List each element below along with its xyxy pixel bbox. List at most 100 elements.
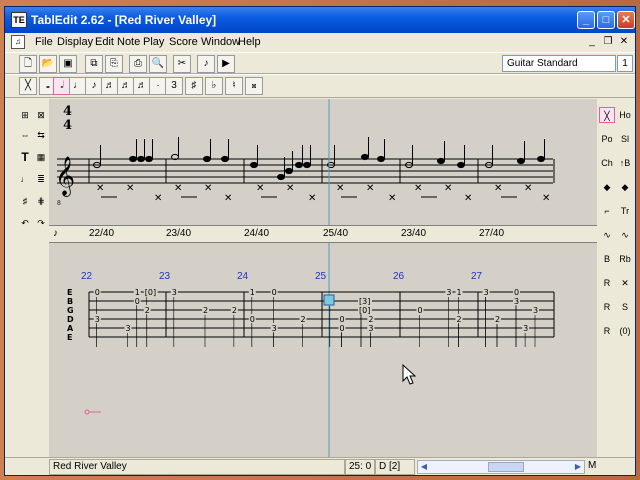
fingering-icon[interactable]: ♩: [17, 171, 33, 187]
bend-icon[interactable]: ↑B: [617, 155, 633, 171]
tab-number: 3: [272, 324, 277, 333]
measure-ruler[interactable]: ♪ 22/40 23/40 24/40 25/40 23/40 27/40: [49, 225, 597, 243]
undo-icon[interactable]: ↶: [17, 215, 33, 231]
tab-number: 3: [523, 324, 528, 333]
print-preview-icon[interactable]: 🔍: [149, 55, 167, 73]
status-position: 25: 0: [345, 459, 375, 475]
stretch-icon[interactable]: ⇔: [17, 127, 33, 143]
mdi-restore-button[interactable]: ❐: [601, 35, 615, 49]
bass-x-note: ✕: [154, 193, 162, 204]
grid-icon[interactable]: ⋕: [33, 193, 49, 209]
delete-measure-icon[interactable]: ⊠: [33, 107, 49, 123]
mdi-minimize-button[interactable]: _: [585, 35, 599, 49]
flat-icon[interactable]: ♭: [205, 77, 223, 95]
compress-icon[interactable]: ⇆: [33, 127, 49, 143]
time-signature-top: 4: [63, 104, 72, 119]
pull-off-icon[interactable]: Po: [599, 131, 615, 147]
bend-release-icon[interactable]: B: [599, 251, 615, 267]
sharp-icon[interactable]: ♯: [185, 77, 203, 95]
tab-number: 1: [135, 288, 140, 297]
chord-diagram-icon[interactable]: ▦: [33, 149, 49, 165]
menu-edit[interactable]: Edit: [95, 36, 114, 48]
choke-icon[interactable]: Ch: [599, 155, 615, 171]
bass-x-note: ✕: [444, 183, 452, 194]
copy-module-icon[interactable]: ⧉: [85, 55, 103, 73]
lyrics-icon[interactable]: ≣: [33, 171, 49, 187]
x-note-icon[interactable]: ✕: [617, 275, 633, 291]
status-duration: D [2]: [375, 459, 415, 475]
ghost-note-icon[interactable]: (0): [617, 323, 633, 339]
mouse-pointer-icon: [402, 364, 416, 385]
menu-play[interactable]: Play: [143, 36, 164, 48]
app-icon[interactable]: TE: [11, 12, 27, 28]
arpeggio-icon[interactable]: ♯: [17, 193, 33, 209]
play-icon[interactable]: ♪: [197, 55, 215, 73]
selected-cell[interactable]: [323, 294, 335, 306]
rasgueado-icon[interactable]: R: [599, 299, 615, 315]
tab-notes: 010[0]332322100323[3][0]0023031200033323: [93, 287, 539, 347]
arpeggio-right-icon[interactable]: R: [599, 323, 615, 339]
paste-module-icon[interactable]: ⎘: [105, 55, 123, 73]
scroll-left-icon[interactable]: ◀: [418, 461, 430, 473]
close-button[interactable]: ✕: [617, 11, 635, 29]
tab-number: 0: [340, 315, 345, 324]
natural-harmonic-icon[interactable]: ◆: [599, 179, 615, 195]
play-from-start-icon[interactable]: ▶: [217, 55, 235, 73]
staff-note: [437, 157, 445, 165]
insert-measure-icon[interactable]: ⊞: [17, 107, 33, 123]
slide-icon[interactable]: Sl: [617, 131, 633, 147]
bass-x-note: ✕: [96, 183, 104, 194]
open-icon[interactable]: 📂: [39, 55, 57, 73]
staff-note: [277, 173, 285, 181]
rake-icon[interactable]: R: [599, 275, 615, 291]
string-name-label: E: [67, 288, 72, 297]
mdi-close-button[interactable]: ✕: [617, 35, 631, 49]
horizontal-scrollbar[interactable]: ◀ ▶: [417, 460, 585, 474]
menu-window[interactable]: Window: [201, 36, 240, 48]
right-palette: ╳ Ho Po Sl Ch ↑B ◆ ◆ ⌐ Tr ∿ ∿ B Rb R ✕ R S R (0): [597, 99, 635, 459]
print-icon[interactable]: ⎙: [129, 55, 147, 73]
triplet-icon[interactable]: 3: [165, 77, 183, 95]
bass-x-note: ✕: [366, 183, 374, 194]
trill-icon[interactable]: Tr: [617, 203, 633, 219]
tuning-display[interactable]: Guitar Standard: [502, 55, 616, 72]
menu-file[interactable]: File: [35, 36, 53, 48]
window-title: TablEdit 2.62 - [Red River Valley]: [31, 13, 217, 27]
save-icon[interactable]: ▣: [59, 55, 77, 73]
minimize-button[interactable]: _: [577, 11, 595, 29]
scroll-right-icon[interactable]: ▶: [572, 461, 584, 473]
tab-number: 3: [533, 306, 538, 315]
title-bar[interactable]: TE TablEdit 2.62 - [Red River Valley] _ …: [5, 7, 635, 33]
menu-score[interactable]: Score: [169, 36, 198, 48]
new-icon[interactable]: 🗋: [19, 55, 37, 73]
instrument-number[interactable]: 1: [617, 55, 633, 72]
release-bend-icon[interactable]: Rb: [617, 251, 633, 267]
staff-note: [377, 155, 385, 163]
document-icon[interactable]: ♫: [11, 35, 25, 49]
maximize-button[interactable]: □: [597, 11, 615, 29]
redo-icon[interactable]: ↷: [33, 215, 49, 231]
hammer-on-icon[interactable]: Ho: [617, 107, 633, 123]
measure-number: 22: [81, 271, 93, 282]
menu-help[interactable]: Help: [238, 36, 261, 48]
vibrato-icon[interactable]: ∿: [599, 227, 615, 243]
accent-icon[interactable]: ⌐: [599, 203, 615, 219]
selection-marker[interactable]: [84, 409, 101, 415]
scroll-thumb[interactable]: [488, 462, 524, 472]
double-sharp-icon[interactable]: 𝄪: [245, 77, 263, 95]
tab-number: 0: [95, 288, 100, 297]
cut-icon[interactable]: ✂: [173, 55, 191, 73]
natural-icon[interactable]: ♮: [225, 77, 243, 95]
staff-note: [203, 155, 211, 163]
staff-note: [129, 155, 137, 163]
text-icon[interactable]: T: [17, 149, 33, 165]
menu-display[interactable]: Display: [57, 36, 93, 48]
ruler-label: 23/40: [401, 228, 427, 239]
rest-icon[interactable]: ╳: [19, 77, 37, 95]
wide-vibrato-icon[interactable]: ∿: [617, 227, 633, 243]
staccato-icon[interactable]: S: [617, 299, 633, 315]
menu-note[interactable]: Note: [117, 36, 140, 48]
dead-note-icon[interactable]: ╳: [599, 107, 615, 123]
artificial-harmonic-icon[interactable]: ◆: [617, 179, 633, 195]
score-area[interactable]: 4 4 𝄞 8 ✕ ✕ ✕ ✕ ✕ ✕ ✕ ✕ ✕ ✕ ✕ ✕ ✕ ✕ ✕ ✕ ✕ ✕ 0 1 0 [0] 3 3 2 3 2 2 1…: [49, 99, 597, 459]
